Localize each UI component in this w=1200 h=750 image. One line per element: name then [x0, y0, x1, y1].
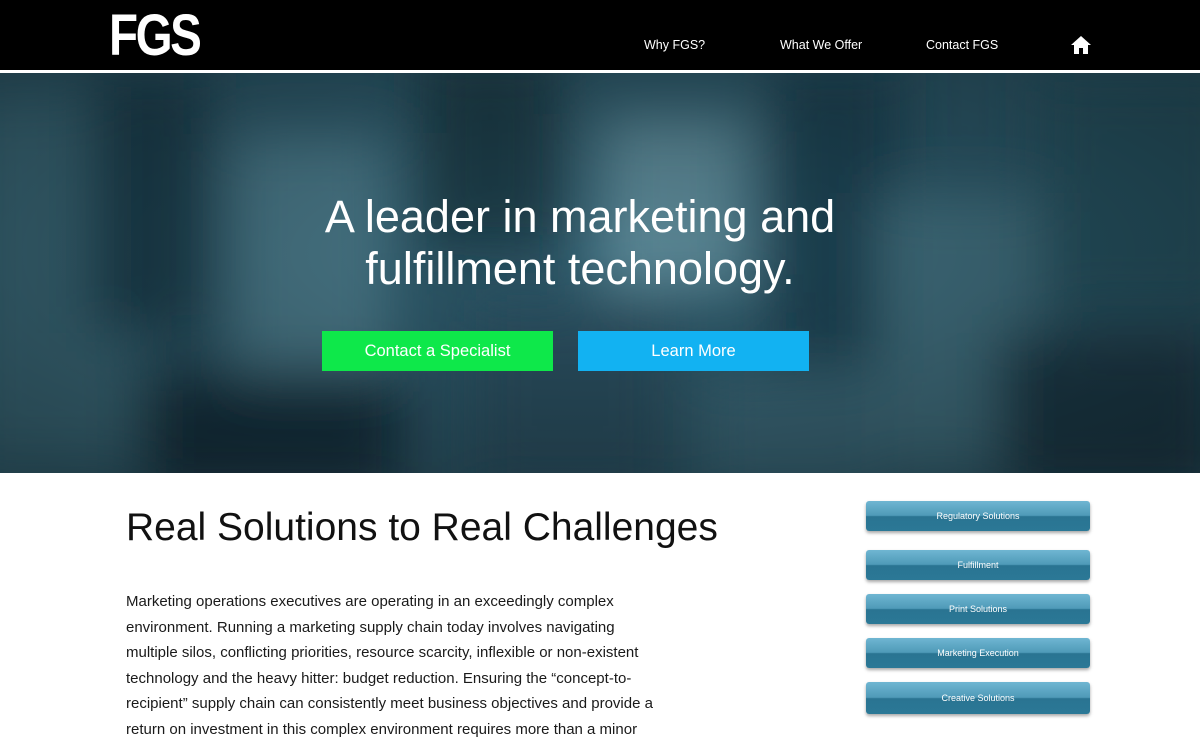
intro-paragraph: Marketing operations executives are oper…: [126, 593, 653, 738]
hero-banner: A leader in marketing and fulfillment te…: [0, 73, 1200, 473]
site-header: FGS Why FGS? What We Offer Contact FGS: [0, 0, 1200, 70]
nav-contact-fgs[interactable]: Contact FGS: [926, 37, 998, 53]
hero-title-line-2: fulfillment technology.: [365, 243, 795, 294]
nav-what-we-offer[interactable]: What We Offer: [780, 37, 862, 53]
sidebar-print-solutions-button[interactable]: Print Solutions: [866, 594, 1090, 624]
hero-title-line-1: A leader in marketing and: [324, 191, 836, 242]
sidebar-fulfillment-button[interactable]: Fulfillment: [866, 550, 1090, 580]
sidebar-marketing-execution-button[interactable]: Marketing Execution: [866, 638, 1090, 668]
home-icon[interactable]: [1070, 35, 1092, 55]
sidebar-creative-solutions-button[interactable]: Creative Solutions: [866, 682, 1090, 714]
fgs-logo[interactable]: FGS: [109, 7, 202, 65]
learn-more-button[interactable]: Learn More: [578, 331, 809, 371]
contact-specialist-button[interactable]: Contact a Specialist: [322, 331, 553, 371]
section-heading: Real Solutions to Real Challenges: [126, 506, 718, 549]
hero-title: A leader in marketing and fulfillment te…: [280, 191, 880, 295]
sidebar-regulatory-solutions-button[interactable]: Regulatory Solutions: [866, 501, 1090, 531]
nav-why-fgs[interactable]: Why FGS?: [644, 37, 705, 53]
